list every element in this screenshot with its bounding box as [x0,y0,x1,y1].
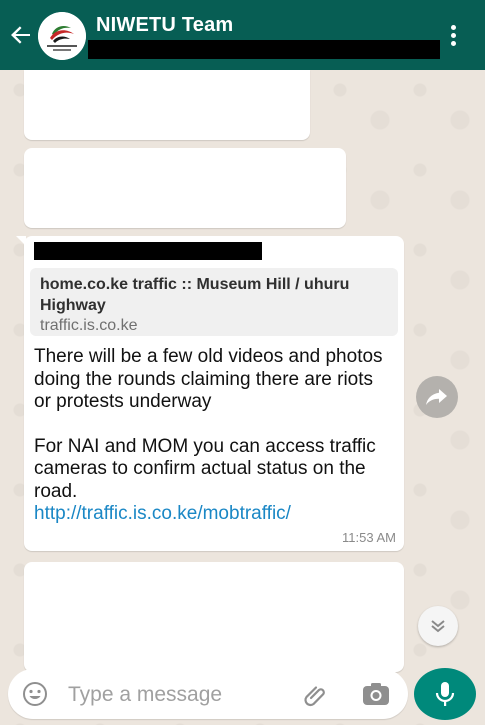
camera-icon[interactable] [362,682,390,706]
message-link[interactable]: http://traffic.is.co.ke/mobtraffic/ [34,503,394,526]
link-preview-title: home.co.ke traffic :: Museum Hill / uhur… [40,276,350,314]
message-bubble-link[interactable]: home.co.ke traffic :: Museum Hill / uhur… [16,236,404,551]
double-chevron-down-icon [431,620,445,633]
message-bubble-blank-2[interactable] [24,148,346,228]
link-preview-card[interactable]: home.co.ke traffic :: Museum Hill / uhur… [30,268,398,336]
message-bubble-blank-3[interactable] [24,562,404,672]
back-arrow-icon[interactable] [8,22,34,48]
message-composer [8,669,408,719]
scroll-to-bottom-button[interactable] [418,606,458,646]
chat-title[interactable]: NIWETU Team [96,14,233,37]
message-paragraph-2: For NAI and MOM you can access traffic c… [34,435,376,502]
microphone-icon [435,682,455,706]
more-vertical-icon[interactable] [446,25,460,49]
emoji-icon[interactable] [22,681,48,707]
message-paragraph-1: There will be a few old videos and photo… [34,346,383,412]
voice-record-button[interactable] [414,668,476,720]
forward-button[interactable] [416,376,458,418]
attach-paperclip-icon[interactable] [302,681,330,709]
message-timestamp: 11:53 AM [342,530,396,545]
forward-icon [426,389,447,405]
redacted-participants [88,40,440,59]
link-preview-domain: traffic.is.co.ke [40,317,138,334]
redacted-sender [34,242,262,260]
group-avatar[interactable] [38,12,86,60]
message-bubble-blank-1[interactable] [24,70,310,140]
message-input[interactable] [66,679,290,711]
chat-header: NIWETU Team [0,0,485,70]
message-body: There will be a few old videos and photo… [34,346,394,526]
